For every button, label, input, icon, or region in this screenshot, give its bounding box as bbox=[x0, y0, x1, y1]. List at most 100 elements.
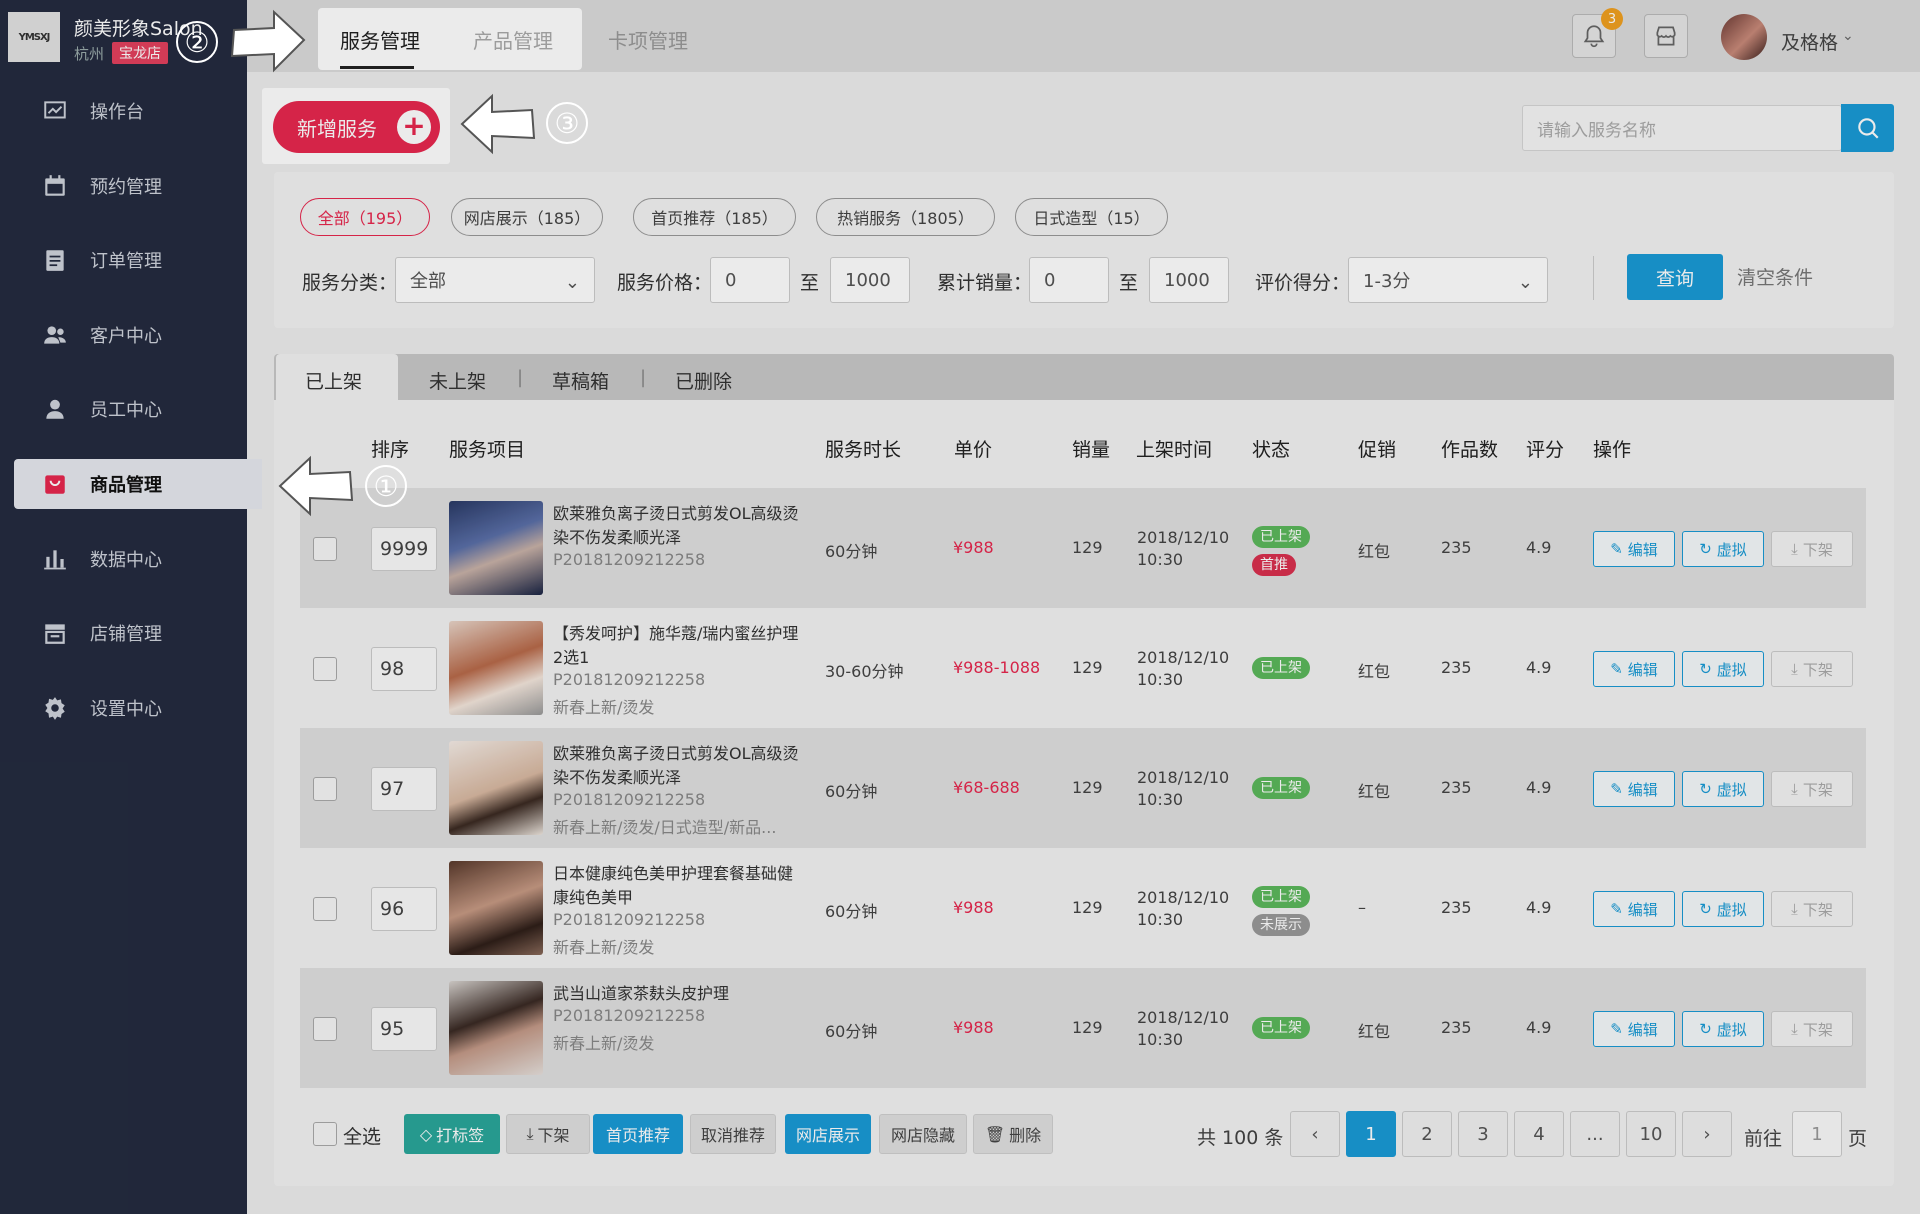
service-name[interactable]: 欧莱雅负离子烫日式剪发OL高级烫染不伤发柔顺光泽 bbox=[553, 502, 803, 550]
edit-icon: ✎ bbox=[1610, 900, 1623, 918]
user-name[interactable]: 及格格 bbox=[1781, 28, 1838, 55]
hide-online-button[interactable]: 网店隐藏 bbox=[879, 1114, 967, 1154]
service-name[interactable]: 日本健康纯色美甲护理套餐基础健康纯色美甲 bbox=[553, 862, 803, 910]
clear-filters-button[interactable]: 清空条件 bbox=[1737, 263, 1813, 290]
select-all-label: 全选 bbox=[343, 1126, 382, 1148]
service-name[interactable]: 欧莱雅负离子烫日式剪发OL高级烫染不伤发柔顺光泽 bbox=[553, 742, 803, 790]
duration: 60分钟 bbox=[825, 1022, 878, 1041]
col-sales: 销量 bbox=[1072, 439, 1111, 461]
service-name[interactable]: 【秀发呵护】施华蔻/瑞内蜜丝护理2选1 bbox=[553, 622, 803, 670]
sidebar-item-1[interactable]: 预约管理 bbox=[0, 161, 247, 211]
row-checkbox[interactable] bbox=[313, 537, 337, 561]
unit-price: ¥988-1088 bbox=[953, 658, 1041, 677]
page-4[interactable]: 4 bbox=[1514, 1111, 1564, 1157]
avatar[interactable] bbox=[1721, 14, 1767, 60]
tab-product-management[interactable]: 产品管理 bbox=[473, 25, 553, 54]
sidebar-item-7[interactable]: 店铺管理 bbox=[0, 608, 247, 658]
price-min-input[interactable]: 0 bbox=[710, 257, 790, 303]
category-select[interactable]: 全部 ⌄ bbox=[395, 257, 595, 303]
row-checkbox[interactable] bbox=[313, 1017, 337, 1041]
new-service-button[interactable]: 新增服务 + bbox=[273, 101, 440, 153]
unlist-button[interactable]: ⤓ 下架 bbox=[1771, 651, 1853, 687]
sidebar-item-8[interactable]: 设置中心 bbox=[0, 683, 247, 733]
select-all-checkbox[interactable] bbox=[313, 1122, 337, 1146]
goto-page-input[interactable]: 1 bbox=[1792, 1111, 1842, 1157]
edit-button[interactable]: ✎ 编辑 bbox=[1593, 1011, 1675, 1047]
sidebar-item-2[interactable]: 订单管理 bbox=[0, 235, 247, 285]
virtual-button[interactable]: ↻ 虚拟 bbox=[1682, 651, 1764, 687]
sidebar-item-6[interactable]: 数据中心 bbox=[0, 534, 247, 584]
edit-button[interactable]: ✎ 编辑 bbox=[1593, 771, 1675, 807]
sidebar-item-5[interactable]: 商品管理 bbox=[14, 459, 262, 509]
tab-unlisted[interactable]: 未上架 bbox=[429, 367, 486, 394]
service-name[interactable]: 武当山道家茶麸头皮护理 bbox=[553, 982, 803, 1006]
sort-input[interactable]: 98 bbox=[371, 647, 437, 691]
listed-time: 2018/12/10 10:30 bbox=[1137, 647, 1229, 691]
sort-input[interactable]: 97 bbox=[371, 767, 437, 811]
recommend-button[interactable]: 首页推荐 bbox=[593, 1114, 683, 1154]
prev-page-button[interactable]: ‹ bbox=[1290, 1111, 1340, 1157]
shop-icon[interactable] bbox=[1644, 14, 1688, 58]
filter-chip-online[interactable]: 网店展示（185） bbox=[451, 198, 603, 236]
filter-chip-japanese[interactable]: 日式造型（15） bbox=[1015, 198, 1168, 236]
unlist-button[interactable]: ⤓ 下架 bbox=[1771, 771, 1853, 807]
chevron-down-icon[interactable]: ⌄ bbox=[1842, 28, 1854, 44]
sidebar-item-0[interactable]: 操作台 bbox=[0, 86, 247, 136]
page-10[interactable]: 10 bbox=[1626, 1111, 1676, 1157]
listed-clock: 10:30 bbox=[1137, 790, 1184, 809]
col-status: 状态 bbox=[1252, 439, 1291, 461]
page-3[interactable]: 3 bbox=[1458, 1111, 1508, 1157]
virtual-button[interactable]: ↻ 虚拟 bbox=[1682, 1011, 1764, 1047]
edit-icon: ✎ bbox=[1610, 660, 1623, 678]
bar-chart-icon bbox=[40, 544, 70, 574]
page-1[interactable]: 1 bbox=[1346, 1111, 1396, 1157]
row-checkbox[interactable] bbox=[313, 897, 337, 921]
tab-service-management[interactable]: 服务管理 bbox=[340, 25, 420, 54]
works-count: 235 bbox=[1441, 898, 1472, 917]
tag-button[interactable]: ◇ 打标签 bbox=[404, 1114, 500, 1154]
sidebar-item-4[interactable]: 员工中心 bbox=[0, 384, 247, 434]
trash-icon: 🗑 bbox=[984, 1124, 1006, 1144]
filter-chip-all[interactable]: 全部（195） bbox=[300, 198, 430, 236]
download-icon: ⤓ bbox=[1791, 660, 1798, 678]
row-checkbox[interactable] bbox=[313, 777, 337, 801]
page-2[interactable]: 2 bbox=[1402, 1111, 1452, 1157]
row-checkbox[interactable] bbox=[313, 657, 337, 681]
bulk-delete-button[interactable]: 🗑 删除 bbox=[973, 1114, 1053, 1154]
sort-input[interactable]: 95 bbox=[371, 1007, 437, 1051]
tab-deleted[interactable]: 已删除 bbox=[675, 367, 732, 394]
price-max-input[interactable]: 1000 bbox=[830, 257, 910, 303]
tab-card-management[interactable]: 卡项管理 bbox=[608, 25, 688, 54]
filter-chip-recommend[interactable]: 首页推荐（185） bbox=[633, 198, 796, 236]
sort-input[interactable]: 96 bbox=[371, 887, 437, 931]
unlist-button[interactable]: ⤓ 下架 bbox=[1771, 1011, 1853, 1047]
next-page-button[interactable]: › bbox=[1682, 1111, 1732, 1157]
sidebar-item-3[interactable]: 客户中心 bbox=[0, 310, 247, 360]
bulk-unlist-button[interactable]: ⤓ 下架 bbox=[506, 1114, 590, 1154]
virtual-button[interactable]: ↻ 虚拟 bbox=[1682, 531, 1764, 567]
duration: 30-60分钟 bbox=[825, 662, 904, 681]
edit-button[interactable]: ✎ 编辑 bbox=[1593, 531, 1675, 567]
virtual-button[interactable]: ↻ 虚拟 bbox=[1682, 771, 1764, 807]
annotation-3: ③ bbox=[546, 102, 588, 144]
sidebar-item-label: 数据中心 bbox=[90, 549, 162, 571]
search-input[interactable]: 请输入服务名称 bbox=[1522, 105, 1842, 151]
sales-min-input[interactable]: 0 bbox=[1029, 257, 1109, 303]
search-button[interactable] bbox=[1841, 104, 1894, 152]
virtual-button[interactable]: ↻ 虚拟 bbox=[1682, 891, 1764, 927]
unlist-button[interactable]: ⤓ 下架 bbox=[1771, 891, 1853, 927]
filter-chip-hot[interactable]: 热销服务（1805） bbox=[816, 198, 995, 236]
sales-max-input[interactable]: 1000 bbox=[1149, 257, 1229, 303]
sort-input[interactable]: 9999 bbox=[371, 527, 437, 571]
unlist-button[interactable]: ⤓ 下架 bbox=[1771, 531, 1853, 567]
show-online-button[interactable]: 网店展示 bbox=[785, 1114, 871, 1154]
tab-drafts[interactable]: 草稿箱 bbox=[552, 367, 609, 394]
listed-clock: 10:30 bbox=[1137, 1030, 1184, 1049]
cancel-recommend-button[interactable]: 取消推荐 bbox=[690, 1114, 776, 1154]
download-icon: ⤓ bbox=[1791, 1020, 1798, 1038]
query-button[interactable]: 查询 bbox=[1627, 254, 1723, 300]
tab-listed[interactable]: 已上架 bbox=[305, 367, 362, 394]
edit-button[interactable]: ✎ 编辑 bbox=[1593, 651, 1675, 687]
edit-button[interactable]: ✎ 编辑 bbox=[1593, 891, 1675, 927]
rating-select[interactable]: 1-3分 ⌄ bbox=[1348, 257, 1548, 303]
